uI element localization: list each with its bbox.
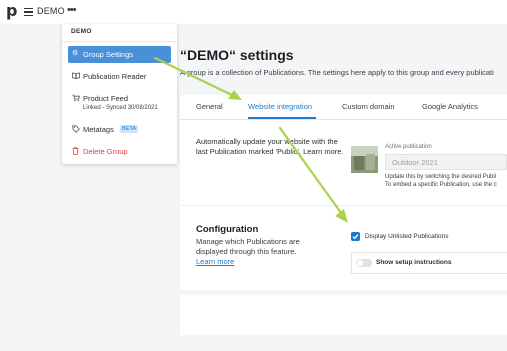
embed-hint: To embed a specific Publication, use the… [385, 182, 497, 188]
gear-icon: ⚙ [72, 50, 79, 57]
group-menu-dropdown: DEMO ⚙ Group Settings Publication Reader… [62, 24, 177, 164]
configuration-title: Configuration [196, 224, 259, 235]
checkmark-icon [352, 234, 359, 240]
beta-badge: BETA [120, 125, 138, 133]
menu-item-product-feed[interactable]: Product Feed Linked - Synced 30/08/2021 [68, 91, 171, 115]
menu-item-label: Publication Reader [83, 72, 147, 81]
cart-icon [72, 94, 80, 104]
top-bar: p DEMO ••• [0, 0, 507, 24]
trash-icon [72, 147, 79, 157]
page-subtitle: A group is a collection of Publications.… [180, 68, 494, 77]
menu-divider [62, 41, 177, 42]
lower-card [180, 295, 507, 335]
integration-info-text: Automatically update your website with t… [196, 137, 344, 156]
menu-item-group-settings[interactable]: ⚙ Group Settings [68, 46, 171, 63]
book-icon [72, 72, 80, 81]
app-logo[interactable]: p [6, 3, 17, 19]
configuration-description: Manage which Publications are displayed … [196, 237, 300, 256]
active-publication-select[interactable]: Outdoor 2021 [385, 154, 507, 170]
tab-google-analytics[interactable]: Google Analytics [422, 102, 478, 111]
setup-instructions-label: Show setup instructions [376, 259, 452, 266]
more-options-icon[interactable]: ••• [67, 4, 77, 16]
menu-item-label: Delete Group [83, 147, 128, 156]
setup-instructions-toggle[interactable] [356, 259, 372, 267]
active-publication-label: Active publication [385, 144, 432, 150]
active-tab-indicator [248, 117, 316, 119]
section-divider [180, 205, 507, 206]
display-unlisted-label: Display Unlisted Publications [365, 233, 449, 240]
menu-item-publication-reader[interactable]: Publication Reader [68, 69, 171, 84]
menu-item-label: Metatags [83, 125, 114, 134]
product-feed-status: Linked - Synced 30/08/2021 [83, 105, 158, 111]
menu-item-label: Group Settings [83, 50, 134, 59]
hamburger-menu-icon[interactable] [24, 8, 33, 18]
page-title: “DEMO“ settings [180, 47, 294, 63]
toggle-knob [357, 260, 363, 266]
active-publication-hint: Update this by switching the desired Pub… [385, 174, 497, 180]
menu-header: DEMO [71, 28, 92, 35]
publication-thumbnail [351, 146, 378, 173]
tag-icon [72, 125, 80, 135]
display-unlisted-checkbox[interactable] [351, 232, 360, 241]
active-publication-value: Outdoor 2021 [392, 158, 438, 167]
tab-website-integration[interactable]: Website integration [248, 102, 312, 111]
menu-item-label: Product Feed [83, 94, 129, 103]
tab-general[interactable]: General [196, 102, 223, 111]
settings-tabs: General Website integration Custom domai… [180, 95, 507, 120]
learn-more-link[interactable]: Learn more [196, 257, 234, 266]
tab-custom-domain[interactable]: Custom domain [342, 102, 395, 111]
menu-item-metatags[interactable]: Metatags BETA [68, 122, 171, 136]
breadcrumb-group[interactable]: DEMO [37, 6, 65, 16]
menu-item-delete-group[interactable]: Delete Group [68, 144, 171, 158]
